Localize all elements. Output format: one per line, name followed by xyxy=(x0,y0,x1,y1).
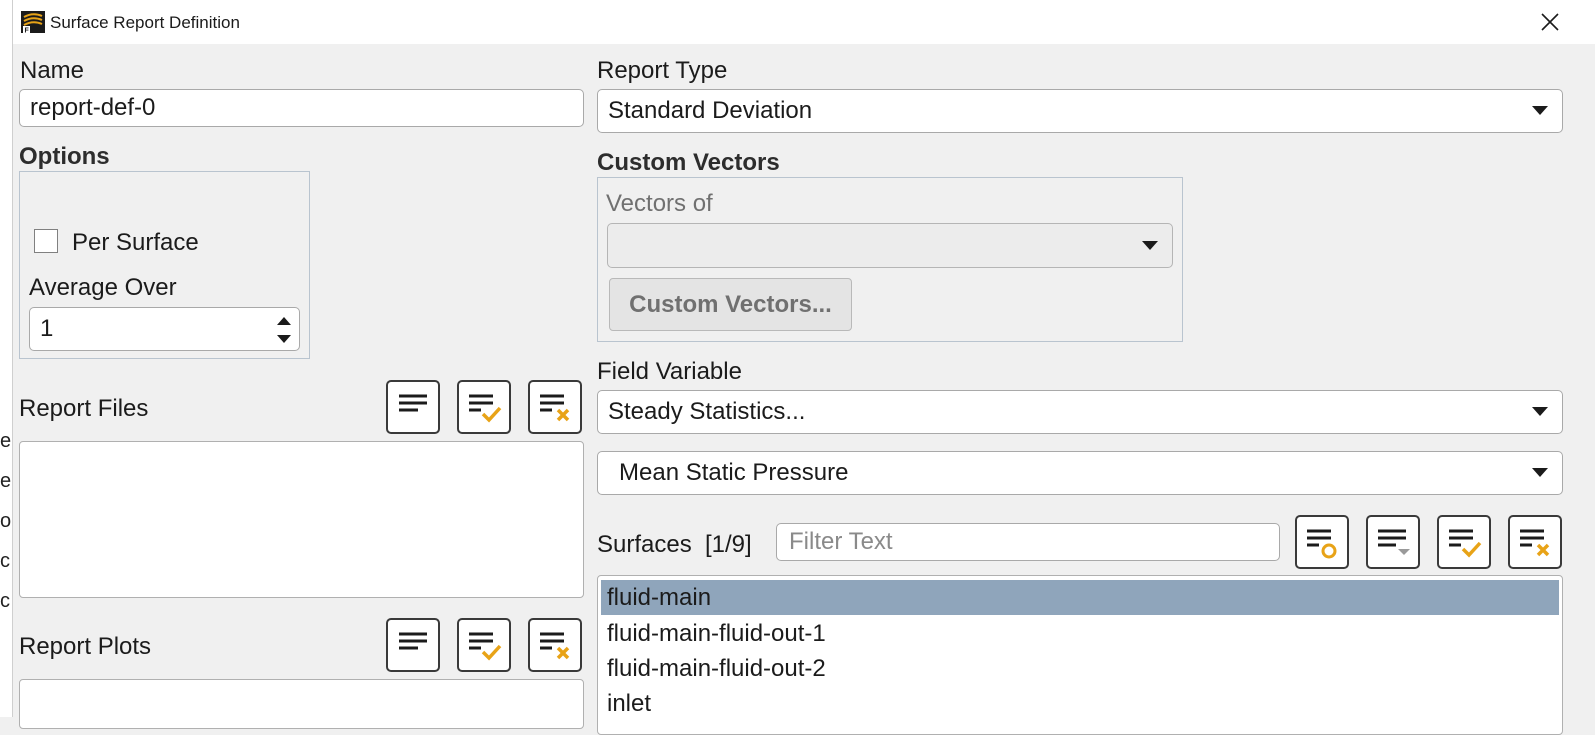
vectors-of-dropdown[interactable] xyxy=(607,223,1173,268)
select-all-icon xyxy=(469,394,502,423)
deselect-all-icon xyxy=(540,632,570,660)
surfaces-label: Surfaces xyxy=(597,531,692,558)
select-by-type-button[interactable] xyxy=(1295,515,1349,569)
background-text: c xyxy=(0,590,10,612)
custom-vectors-button[interactable]: Custom Vectors... xyxy=(609,278,852,331)
surfaces-count: [1/9] xyxy=(705,531,752,558)
close-icon[interactable] xyxy=(1533,6,1567,38)
report-plots-deselect-all-button[interactable] xyxy=(528,618,582,672)
select-by-type-icon xyxy=(1307,529,1337,559)
field-variable-category-dropdown[interactable]: Steady Statistics... xyxy=(597,390,1563,434)
report-files-list[interactable] xyxy=(19,441,584,598)
list-item[interactable]: fluid-main xyxy=(601,580,1559,615)
surfaces-list[interactable]: fluid-main fluid-main-fluid-out-1 fluid-… xyxy=(597,575,1563,735)
report-plots-label: Report Plots xyxy=(19,633,152,660)
select-all-icon xyxy=(469,632,502,661)
svg-text:F: F xyxy=(25,28,30,34)
list-toggle-icon xyxy=(399,632,427,650)
list-item[interactable]: fluid-main-fluid-out-1 xyxy=(601,616,1559,651)
report-files-label: Report Files xyxy=(19,395,149,422)
report-type-value: Standard Deviation xyxy=(608,97,813,124)
spinner-arrows-icon[interactable] xyxy=(276,314,292,346)
list-toggle-icon xyxy=(399,394,427,412)
surface-report-definition-dialog: F Surface Report Definition Name report-… xyxy=(12,0,1595,735)
name-label: Name xyxy=(20,57,85,84)
vectors-of-label: Vectors of xyxy=(606,190,713,217)
chevron-down-icon xyxy=(1532,468,1548,477)
background-text: o xyxy=(0,510,12,532)
report-plots-list-toggle-button[interactable] xyxy=(386,618,440,672)
options-group: Per Surface Average Over 1 xyxy=(19,171,310,359)
surfaces-deselect-all-button[interactable] xyxy=(1508,515,1562,569)
average-over-label: Average Over xyxy=(29,274,177,301)
average-over-value: 1 xyxy=(40,315,54,342)
name-input-value: report-def-0 xyxy=(30,94,156,121)
report-type-dropdown[interactable]: Standard Deviation xyxy=(597,89,1563,133)
field-variable-dropdown[interactable]: Mean Static Pressure xyxy=(597,451,1563,495)
report-files-deselect-all-button[interactable] xyxy=(528,380,582,434)
background-text: c xyxy=(0,550,10,572)
report-plots-select-all-button[interactable] xyxy=(457,618,511,672)
report-files-list-toggle-button[interactable] xyxy=(386,380,440,434)
report-type-label: Report Type xyxy=(597,57,728,84)
chevron-down-icon xyxy=(1142,240,1158,250)
title-bar[interactable]: F Surface Report Definition xyxy=(13,0,1595,44)
deselect-all-icon xyxy=(540,394,570,422)
report-files-select-all-button[interactable] xyxy=(457,380,511,434)
field-variable-category-value: Steady Statistics... xyxy=(608,398,806,425)
group-dropdown-icon xyxy=(1378,529,1410,555)
chevron-down-icon xyxy=(1532,407,1548,416)
field-variable-value: Mean Static Pressure xyxy=(619,459,849,486)
surfaces-filter-text-field[interactable] xyxy=(787,527,1279,557)
group-dropdown-button[interactable] xyxy=(1366,515,1420,569)
custom-vectors-group: Vectors of Custom Vectors... xyxy=(597,177,1183,342)
window-title: Surface Report Definition xyxy=(50,13,240,32)
surfaces-select-all-button[interactable] xyxy=(1437,515,1491,569)
select-all-icon xyxy=(1449,529,1482,558)
background-text: e xyxy=(0,430,12,452)
options-heading: Options xyxy=(19,143,110,170)
background-text: e xyxy=(0,470,12,492)
list-item[interactable]: fluid-main-fluid-out-2 xyxy=(601,651,1559,686)
chevron-down-icon xyxy=(1532,106,1548,115)
fluent-app-icon: F xyxy=(21,11,45,35)
name-input[interactable]: report-def-0 xyxy=(19,89,584,127)
surfaces-filter-input[interactable] xyxy=(776,523,1280,561)
per-surface-checkbox[interactable] xyxy=(34,229,58,253)
deselect-all-icon xyxy=(1520,529,1550,557)
average-over-spinner[interactable]: 1 xyxy=(29,307,300,351)
report-plots-list[interactable] xyxy=(19,679,584,729)
per-surface-label: Per Surface xyxy=(72,229,199,256)
custom-vectors-heading: Custom Vectors xyxy=(597,149,780,176)
field-variable-label: Field Variable xyxy=(597,358,742,385)
list-item[interactable]: inlet xyxy=(601,686,1559,721)
